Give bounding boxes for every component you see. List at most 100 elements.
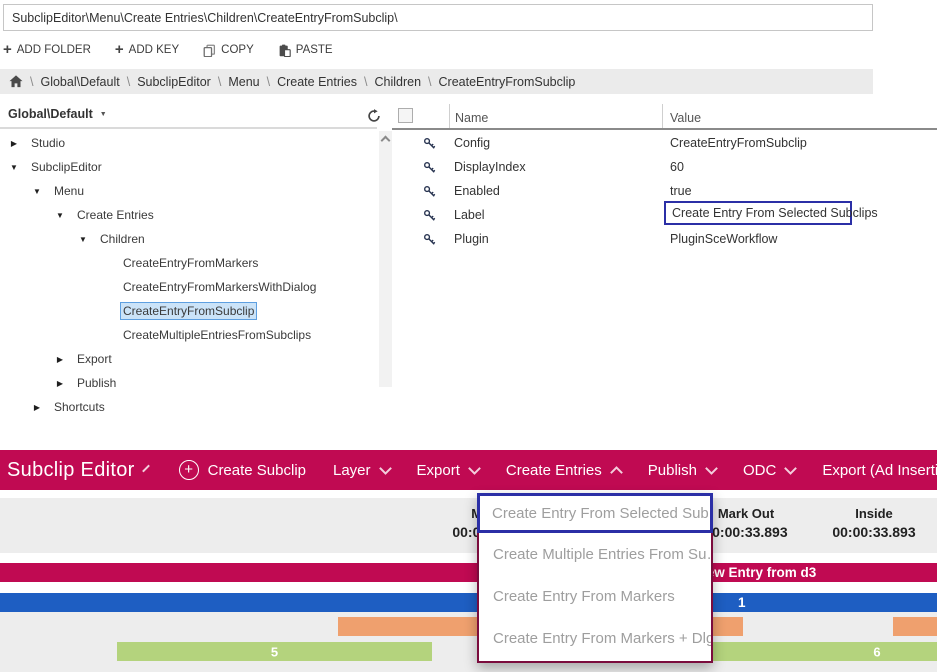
- key-value[interactable]: Create Entry From Selected Subclips: [664, 201, 852, 225]
- scroll-up-icon[interactable]: [381, 136, 391, 146]
- key-name: Label: [454, 208, 485, 222]
- menu-item-publish[interactable]: Publish: [648, 462, 716, 479]
- toolbar: + ADD FOLDER + ADD KEY COPY PASTE: [3, 40, 333, 60]
- tree-item-publish[interactable]: ▶Publish: [0, 371, 377, 395]
- config-tree: ▶Studio▼SubclipEditor▼Menu▼Create Entrie…: [0, 131, 377, 419]
- menu-item-label: ODC: [743, 462, 776, 479]
- tree-item-children[interactable]: ▼ Children: [0, 227, 377, 251]
- key-value[interactable]: PluginSceWorkflow: [670, 232, 777, 246]
- collapsed-arrow-icon[interactable]: ▶: [53, 379, 67, 388]
- breadcrumb-item[interactable]: Children: [374, 75, 421, 89]
- plus-icon: +: [3, 42, 12, 57]
- key-icon: [423, 161, 436, 179]
- key-value[interactable]: CreateEntryFromSubclip: [670, 136, 807, 150]
- key-value[interactable]: true: [670, 184, 692, 198]
- timeline-bar-marker-range[interactable]: [893, 617, 937, 636]
- chevron-down-icon: [705, 462, 718, 475]
- expanded-arrow-icon[interactable]: ▼: [7, 163, 21, 172]
- timeline-bar-label: New Entry from d3: [697, 565, 816, 580]
- collapsed-arrow-icon[interactable]: ▶: [7, 139, 21, 148]
- breadcrumb-item[interactable]: SubclipEditor: [137, 75, 211, 89]
- tree-item-label: Shortcuts: [51, 398, 108, 416]
- tree-item-label: Children: [97, 230, 148, 248]
- refresh-button[interactable]: [367, 109, 381, 128]
- expanded-arrow-icon[interactable]: ▼: [76, 235, 90, 244]
- dropdown-item[interactable]: Create Entry From Markers: [479, 575, 711, 617]
- tree-item-createentryfrommarkers[interactable]: CreateEntryFromMarkers: [0, 251, 377, 275]
- create-entries-dropdown: Create Entry From Selected Sub…Create Mu…: [477, 493, 713, 663]
- table-row-label[interactable]: Label Create Entry From Selected Subclips: [392, 204, 937, 228]
- tree-item-subclipeditor[interactable]: ▼ SubclipEditor: [0, 155, 377, 179]
- select-all-checkbox[interactable]: [398, 108, 413, 123]
- menu-item-create-subclip[interactable]: +Create Subclip: [179, 460, 306, 480]
- menu-item-label: Layer: [333, 462, 371, 479]
- paste-label: PASTE: [296, 44, 333, 56]
- breadcrumb-item[interactable]: Menu: [228, 75, 259, 89]
- key-value[interactable]: 60: [670, 160, 684, 174]
- breadcrumb-item[interactable]: Global\Default: [40, 75, 119, 89]
- tree-item-menu[interactable]: ▼Menu: [0, 179, 377, 203]
- chevron-down-icon: [468, 462, 481, 475]
- paste-icon: [278, 44, 291, 57]
- breadcrumb-separator: \: [30, 75, 33, 89]
- expanded-arrow-icon[interactable]: ▼: [53, 211, 67, 220]
- copy-icon: [203, 44, 216, 57]
- tree-item-createmultipleentriesfromsubclips[interactable]: CreateMultipleEntriesFromSubclips: [0, 323, 377, 347]
- tree-item-create-entries[interactable]: ▼ Create Entries: [0, 203, 377, 227]
- timeline-bar-clip-1[interactable]: [0, 593, 937, 612]
- table-header-underline: [392, 128, 937, 130]
- key-value-table: ConfigCreateEntryFromSubclipDisplayIndex…: [392, 132, 937, 252]
- timeline-bar-label: 5: [117, 644, 432, 659]
- collapsed-arrow-icon[interactable]: ▶: [30, 403, 44, 412]
- menu-item-odc[interactable]: ODC: [743, 462, 795, 479]
- chevron-down-icon: [142, 464, 150, 472]
- inside-value: 00:00:33.893: [809, 524, 937, 540]
- dropdown-item[interactable]: Create Entry From Markers + Dlg: [479, 617, 711, 659]
- timeline-bar-label: 1: [738, 595, 746, 610]
- plus-icon: +: [115, 42, 124, 57]
- tree-item-label: CreateEntryFromMarkersWithDialog: [120, 278, 319, 296]
- menu-item-export-ad-insertion-[interactable]: Export (Ad Insertion): [822, 462, 937, 479]
- tree-item-createentryfrommarkerswithdialog[interactable]: CreateEntryFromMarkersWithDialog: [0, 275, 377, 299]
- timeline-bar-subclip-5[interactable]: 5: [117, 642, 432, 661]
- table-row-plugin[interactable]: Plugin PluginSceWorkflow: [392, 228, 937, 252]
- tree-item-label: CreateEntryFromSubclip: [120, 302, 257, 320]
- tree-item-label: CreateEntryFromMarkers: [120, 254, 261, 272]
- add-key-button[interactable]: + ADD KEY: [115, 44, 179, 57]
- menu-item-layer[interactable]: Layer: [333, 462, 390, 479]
- chevron-down-icon: [379, 462, 392, 475]
- key-icon: [423, 233, 436, 251]
- breadcrumb-separator: \: [267, 75, 270, 89]
- breadcrumb-item[interactable]: Create Entries: [277, 75, 357, 89]
- menu-item-create-entries[interactable]: Create Entries: [506, 462, 621, 479]
- tree-root-selector[interactable]: Global\Default ▼: [8, 107, 107, 121]
- paste-button[interactable]: PASTE: [278, 44, 333, 57]
- column-divider: [662, 104, 663, 129]
- menu-item-export[interactable]: Export: [417, 462, 479, 479]
- expanded-arrow-icon[interactable]: ▼: [30, 187, 44, 196]
- tree-root-label: Global\Default: [8, 107, 93, 121]
- tree-item-label: SubclipEditor: [28, 158, 105, 176]
- app-title[interactable]: Subclip Editor: [7, 459, 135, 482]
- key-name: Plugin: [454, 232, 489, 246]
- tree-item-export[interactable]: ▶Export: [0, 347, 377, 371]
- dropdown-item[interactable]: Create Entry From Selected Sub…: [477, 493, 713, 533]
- table-row-config[interactable]: ConfigCreateEntryFromSubclip: [392, 132, 937, 156]
- plus-circle-icon: +: [179, 460, 199, 480]
- tree-item-studio[interactable]: ▶Studio: [0, 131, 377, 155]
- column-header-value[interactable]: Value: [670, 111, 701, 125]
- breadcrumb-item[interactable]: CreateEntryFromSubclip: [439, 75, 576, 89]
- tree-item-shortcuts[interactable]: ▶ Shortcuts: [0, 395, 377, 419]
- copy-button[interactable]: COPY: [203, 44, 254, 57]
- collapsed-arrow-icon[interactable]: ▶: [53, 355, 67, 364]
- path-input[interactable]: [3, 4, 873, 31]
- tree-scrollbar[interactable]: [379, 131, 392, 387]
- tree-item-createentryfromsubclip[interactable]: CreateEntryFromSubclip: [0, 299, 377, 323]
- tree-item-label: Create Entries: [74, 206, 157, 224]
- chevron-down-icon: ▼: [100, 111, 107, 118]
- home-icon[interactable]: [9, 75, 23, 88]
- add-folder-button[interactable]: + ADD FOLDER: [3, 44, 91, 57]
- column-header-name[interactable]: Name: [455, 111, 488, 125]
- dropdown-item[interactable]: Create Multiple Entries From Su…: [479, 533, 711, 575]
- table-row-displayindex[interactable]: DisplayIndex60: [392, 156, 937, 180]
